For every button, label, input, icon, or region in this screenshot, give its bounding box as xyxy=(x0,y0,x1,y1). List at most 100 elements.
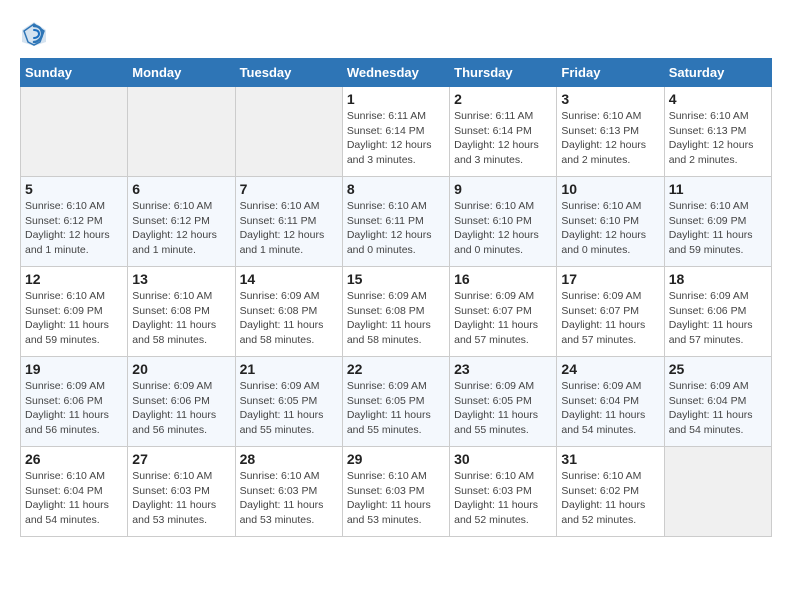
calendar-cell: 8Sunrise: 6:10 AM Sunset: 6:11 PM Daylig… xyxy=(342,177,449,267)
day-number: 10 xyxy=(561,181,659,197)
calendar-week-row: 26 Sunrise: 6:10 AM Sunset: 6:04 PM Dayli… xyxy=(21,447,772,537)
weekday-header-row: SundayMondayTuesdayWednesdayThursdayFrid… xyxy=(21,59,772,87)
day-number: 5 xyxy=(25,181,123,197)
day-info: Sunrise: 6:09 AM Sunset: 6:04 PM Dayligh… xyxy=(561,379,659,438)
day-info: Sunrise: 6:09 AM Sunset: 6:05 PM Dayligh… xyxy=(454,379,552,438)
day-info: Sunrise: 6:10 AM Sunset: 6:10 PM Dayligh… xyxy=(454,199,552,258)
calendar-cell: 20Sunrise: 6:09 AM Sunset: 6:06 PM Dayli… xyxy=(128,357,235,447)
calendar-cell: 11 Sunrise: 6:10 AM Sunset: 6:09 PM Dayli… xyxy=(664,177,771,267)
calendar-cell: 6 Sunrise: 6:10 AM Sunset: 6:12 PM Daylig… xyxy=(128,177,235,267)
day-info: Sunrise: 6:10 AM Sunset: 6:13 PM Dayligh… xyxy=(561,109,659,168)
calendar-cell: 30 Sunrise: 6:10 AM Sunset: 6:03 PM Dayli… xyxy=(450,447,557,537)
calendar-cell: 7 Sunrise: 6:10 AM Sunset: 6:11 PM Daylig… xyxy=(235,177,342,267)
weekday-header-thursday: Thursday xyxy=(450,59,557,87)
day-number: 18 xyxy=(669,271,767,287)
calendar-cell: 5 Sunrise: 6:10 AM Sunset: 6:12 PM Daylig… xyxy=(21,177,128,267)
calendar-cell: 13 Sunrise: 6:10 AM Sunset: 6:08 PM Dayli… xyxy=(128,267,235,357)
calendar-cell: 17 Sunrise: 6:09 AM Sunset: 6:07 PM Dayli… xyxy=(557,267,664,357)
calendar-cell: 21 Sunrise: 6:09 AM Sunset: 6:05 PM Dayli… xyxy=(235,357,342,447)
weekday-header-sunday: Sunday xyxy=(21,59,128,87)
calendar-table: SundayMondayTuesdayWednesdayThursdayFrid… xyxy=(20,58,772,537)
day-number: 7 xyxy=(240,181,338,197)
day-number: 29 xyxy=(347,451,445,467)
calendar-cell: 12Sunrise: 6:10 AM Sunset: 6:09 PM Dayli… xyxy=(21,267,128,357)
day-info: Sunrise: 6:10 AM Sunset: 6:13 PM Dayligh… xyxy=(669,109,767,168)
day-info: Sunrise: 6:11 AM Sunset: 6:14 PM Dayligh… xyxy=(347,109,445,168)
calendar-cell: 9 Sunrise: 6:10 AM Sunset: 6:10 PM Daylig… xyxy=(450,177,557,267)
calendar-week-row: 5 Sunrise: 6:10 AM Sunset: 6:12 PM Daylig… xyxy=(21,177,772,267)
day-number: 12 xyxy=(25,271,123,287)
day-number: 30 xyxy=(454,451,552,467)
calendar-cell: 23 Sunrise: 6:09 AM Sunset: 6:05 PM Dayli… xyxy=(450,357,557,447)
day-number: 24 xyxy=(561,361,659,377)
day-info: Sunrise: 6:09 AM Sunset: 6:05 PM Dayligh… xyxy=(240,379,338,438)
weekday-header-monday: Monday xyxy=(128,59,235,87)
day-info: Sunrise: 6:10 AM Sunset: 6:08 PM Dayligh… xyxy=(132,289,230,348)
day-number: 11 xyxy=(669,181,767,197)
day-info: Sunrise: 6:10 AM Sunset: 6:12 PM Dayligh… xyxy=(25,199,123,258)
calendar-cell: 26 Sunrise: 6:10 AM Sunset: 6:04 PM Dayli… xyxy=(21,447,128,537)
day-info: Sunrise: 6:10 AM Sunset: 6:11 PM Dayligh… xyxy=(240,199,338,258)
day-number: 31 xyxy=(561,451,659,467)
day-info: Sunrise: 6:10 AM Sunset: 6:03 PM Dayligh… xyxy=(347,469,445,528)
day-number: 13 xyxy=(132,271,230,287)
weekday-header-friday: Friday xyxy=(557,59,664,87)
day-number: 2 xyxy=(454,91,552,107)
weekday-header-tuesday: Tuesday xyxy=(235,59,342,87)
calendar-cell: 3 Sunrise: 6:10 AM Sunset: 6:13 PM Daylig… xyxy=(557,87,664,177)
weekday-header-saturday: Saturday xyxy=(664,59,771,87)
calendar-cell xyxy=(664,447,771,537)
calendar-cell: 2Sunrise: 6:11 AM Sunset: 6:14 PM Daylig… xyxy=(450,87,557,177)
day-number: 15 xyxy=(347,271,445,287)
calendar-cell: 15Sunrise: 6:09 AM Sunset: 6:08 PM Dayli… xyxy=(342,267,449,357)
calendar-cell xyxy=(21,87,128,177)
day-info: Sunrise: 6:10 AM Sunset: 6:12 PM Dayligh… xyxy=(132,199,230,258)
day-number: 28 xyxy=(240,451,338,467)
day-number: 26 xyxy=(25,451,123,467)
calendar-cell: 22 Sunrise: 6:09 AM Sunset: 6:05 PM Dayli… xyxy=(342,357,449,447)
day-info: Sunrise: 6:09 AM Sunset: 6:04 PM Dayligh… xyxy=(669,379,767,438)
calendar-cell: 24 Sunrise: 6:09 AM Sunset: 6:04 PM Dayli… xyxy=(557,357,664,447)
calendar-cell: 28 Sunrise: 6:10 AM Sunset: 6:03 PM Dayli… xyxy=(235,447,342,537)
day-number: 17 xyxy=(561,271,659,287)
day-number: 21 xyxy=(240,361,338,377)
day-number: 23 xyxy=(454,361,552,377)
calendar-week-row: 12Sunrise: 6:10 AM Sunset: 6:09 PM Dayli… xyxy=(21,267,772,357)
day-info: Sunrise: 6:10 AM Sunset: 6:03 PM Dayligh… xyxy=(132,469,230,528)
calendar-cell xyxy=(128,87,235,177)
calendar-cell: 31 Sunrise: 6:10 AM Sunset: 6:02 PM Dayli… xyxy=(557,447,664,537)
calendar-cell: 14 Sunrise: 6:09 AM Sunset: 6:08 PM Dayli… xyxy=(235,267,342,357)
calendar-cell: 25 Sunrise: 6:09 AM Sunset: 6:04 PM Dayli… xyxy=(664,357,771,447)
calendar-cell: 29 Sunrise: 6:10 AM Sunset: 6:03 PM Dayli… xyxy=(342,447,449,537)
day-info: Sunrise: 6:10 AM Sunset: 6:03 PM Dayligh… xyxy=(454,469,552,528)
calendar-week-row: 19Sunrise: 6:09 AM Sunset: 6:06 PM Dayli… xyxy=(21,357,772,447)
day-info: Sunrise: 6:10 AM Sunset: 6:10 PM Dayligh… xyxy=(561,199,659,258)
calendar-header: SundayMondayTuesdayWednesdayThursdayFrid… xyxy=(21,59,772,87)
calendar-cell: 27Sunrise: 6:10 AM Sunset: 6:03 PM Dayli… xyxy=(128,447,235,537)
weekday-header-wednesday: Wednesday xyxy=(342,59,449,87)
day-info: Sunrise: 6:09 AM Sunset: 6:08 PM Dayligh… xyxy=(240,289,338,348)
day-info: Sunrise: 6:10 AM Sunset: 6:02 PM Dayligh… xyxy=(561,469,659,528)
day-number: 3 xyxy=(561,91,659,107)
day-info: Sunrise: 6:10 AM Sunset: 6:04 PM Dayligh… xyxy=(25,469,123,528)
day-number: 22 xyxy=(347,361,445,377)
day-number: 14 xyxy=(240,271,338,287)
day-info: Sunrise: 6:10 AM Sunset: 6:03 PM Dayligh… xyxy=(240,469,338,528)
calendar-cell: 18 Sunrise: 6:09 AM Sunset: 6:06 PM Dayli… xyxy=(664,267,771,357)
day-number: 25 xyxy=(669,361,767,377)
day-info: Sunrise: 6:09 AM Sunset: 6:06 PM Dayligh… xyxy=(132,379,230,438)
day-info: Sunrise: 6:09 AM Sunset: 6:05 PM Dayligh… xyxy=(347,379,445,438)
day-info: Sunrise: 6:09 AM Sunset: 6:07 PM Dayligh… xyxy=(561,289,659,348)
day-number: 8 xyxy=(347,181,445,197)
day-info: Sunrise: 6:09 AM Sunset: 6:06 PM Dayligh… xyxy=(25,379,123,438)
day-number: 9 xyxy=(454,181,552,197)
calendar-cell: 4Sunrise: 6:10 AM Sunset: 6:13 PM Daylig… xyxy=(664,87,771,177)
day-info: Sunrise: 6:09 AM Sunset: 6:06 PM Dayligh… xyxy=(669,289,767,348)
day-info: Sunrise: 6:10 AM Sunset: 6:09 PM Dayligh… xyxy=(669,199,767,258)
calendar-cell xyxy=(235,87,342,177)
logo xyxy=(20,20,50,48)
logo-icon xyxy=(20,20,48,48)
day-info: Sunrise: 6:09 AM Sunset: 6:07 PM Dayligh… xyxy=(454,289,552,348)
calendar-cell: 10 Sunrise: 6:10 AM Sunset: 6:10 PM Dayli… xyxy=(557,177,664,267)
day-number: 6 xyxy=(132,181,230,197)
